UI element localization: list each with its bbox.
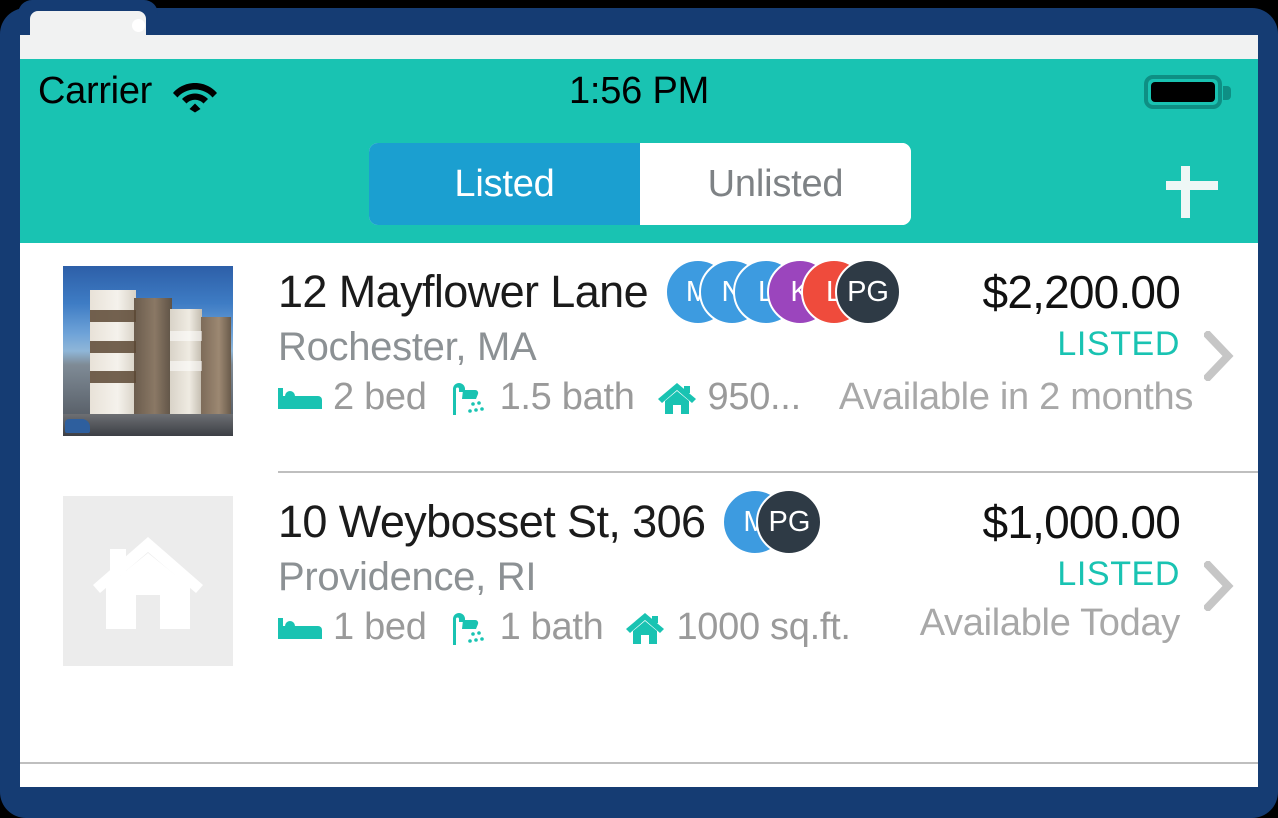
area-value: 950... [707,376,802,418]
house-icon [625,611,665,645]
status-badge: LISTED [1057,325,1180,363]
avatar[interactable]: PG [756,489,823,555]
list-bottom-divider [20,762,1258,764]
status-bar: Carrier 1:56 PM [20,59,1258,123]
phone-screen: Carrier 1:56 PM Listed Unlisted 12 Mayfl… [20,35,1258,787]
bed-count: 2 bed [333,376,427,418]
plus-icon-vertical [1181,166,1190,218]
building-photo [63,266,233,436]
house-icon [657,381,697,415]
shower-icon [449,611,489,645]
listing-meta: 2 bed 1.5 bath 950... Available in 2 mon… [278,376,1258,419]
shower-icon [449,381,489,415]
tab-unlisted[interactable]: Unlisted [640,143,911,225]
camera-dot [132,19,145,32]
bed-count: 1 bed [333,606,427,648]
status-time: 1:56 PM [568,70,710,112]
battery-icon [1144,75,1222,109]
battery-cap [1223,86,1231,100]
listings-list[interactable]: 12 Mayflower Lane M N L K L PG Rochester… [20,243,1258,787]
listing-price-column: $1,000.00 LISTED Available Today [919,495,1181,645]
listing-title: 12 Mayflower Lane [278,266,649,317]
add-listing-button[interactable] [1160,153,1224,218]
bath-count: 1 bath [499,606,604,648]
listing-thumbnail [63,496,233,666]
avatar-cluster[interactable]: M PG [722,489,823,555]
listing-title: 10 Weybosset St, 306 [278,496,706,547]
availability-label: Available Today [919,602,1181,644]
battery-fill [1151,82,1215,102]
bed-icon [278,614,322,642]
bath-count: 1.5 bath [499,376,635,418]
avatar[interactable]: PG [835,259,902,325]
listing-thumbnail [63,266,233,436]
chevron-right-icon[interactable] [1202,559,1234,613]
bed-icon [278,384,322,412]
chevron-right-icon[interactable] [1202,329,1234,383]
plus-icon-horizontal [1166,181,1218,190]
availability-label: Available in 2 months [838,376,1194,418]
area-value: 1000 sq.ft. [676,606,851,648]
device-frame: Carrier 1:56 PM Listed Unlisted 12 Mayfl… [0,0,1278,818]
house-placeholder-icon [63,496,233,666]
nav-bar: Listed Unlisted [20,123,1258,243]
listing-price: $1,000.00 [982,496,1181,548]
status-badge: LISTED [1057,555,1180,593]
tab-listed[interactable]: Listed [369,143,640,225]
listing-price: $2,200.00 [982,266,1181,318]
segmented-control[interactable]: Listed Unlisted [369,143,911,225]
table-row[interactable]: 12 Mayflower Lane M N L K L PG Rochester… [20,243,1258,473]
table-row[interactable]: 10 Weybosset St, 306 M PG Providence, RI [20,473,1258,703]
listing-price-column: $2,200.00 LISTED [982,265,1181,364]
avatar-cluster[interactable]: M N L K L PG [665,259,902,325]
screen-top-strip [20,35,1258,59]
